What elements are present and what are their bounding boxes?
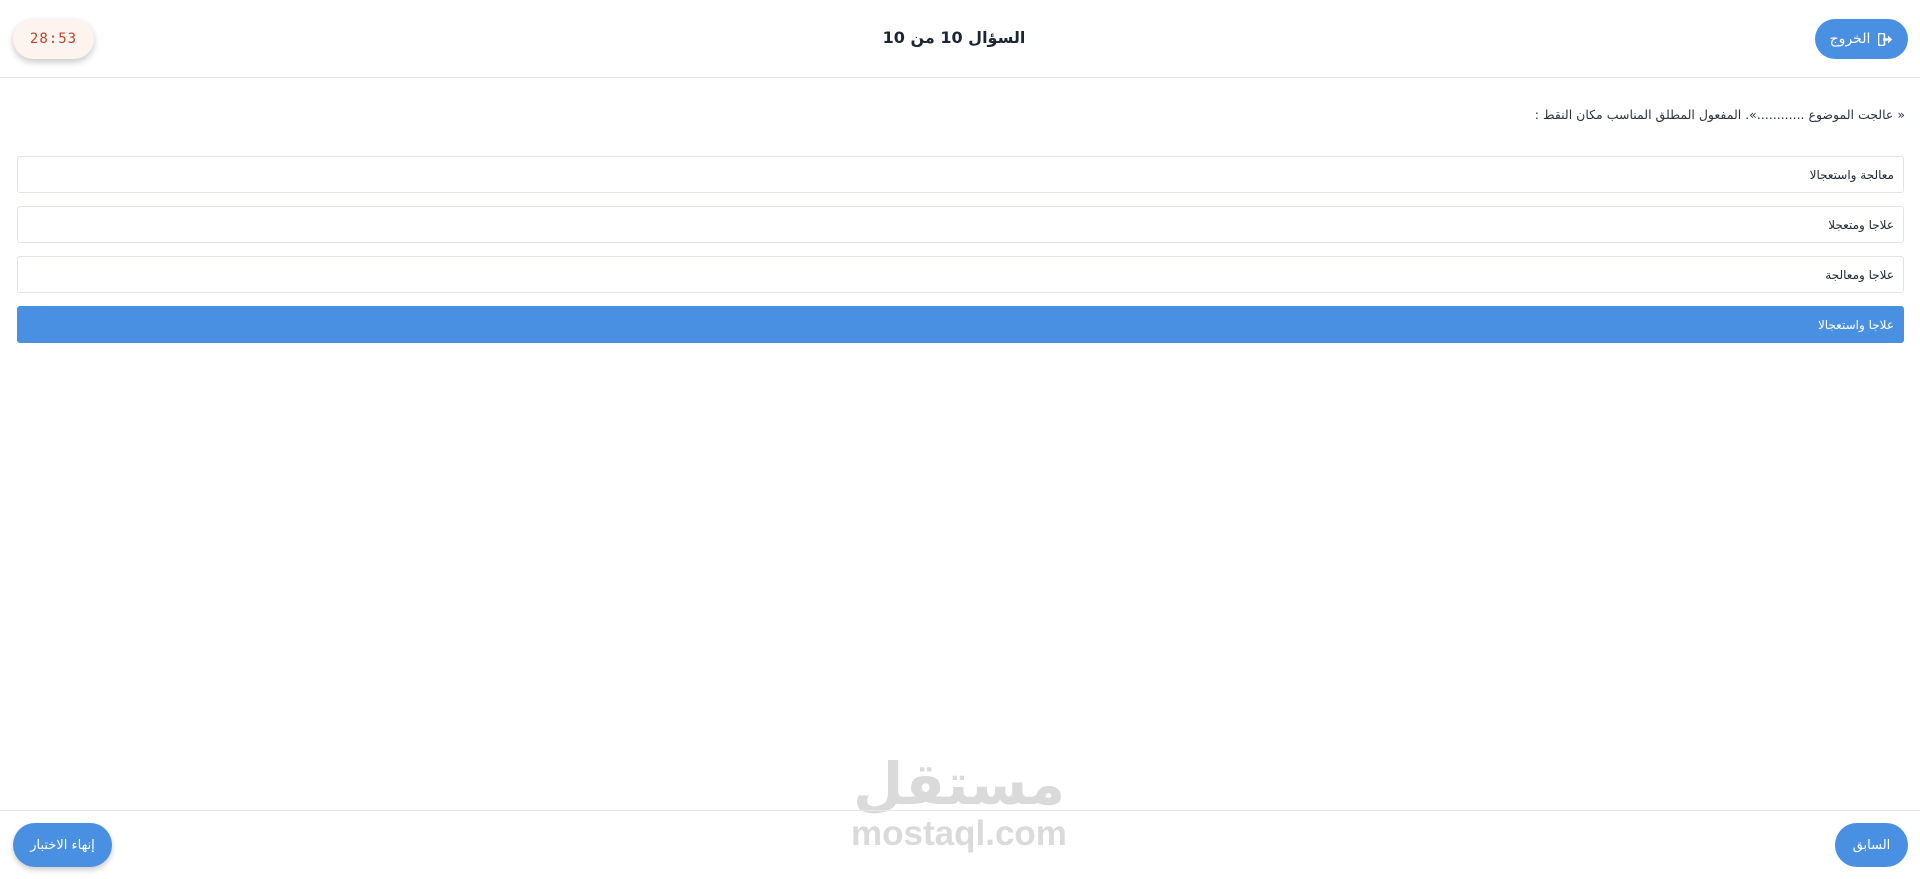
answer-option-label: علاجا واستعجالا xyxy=(1817,317,1894,332)
countdown-timer: 28:53 xyxy=(13,19,94,59)
finish-exam-label: إنهاء الاختبار xyxy=(30,837,95,853)
answer-options: معالجة واستعجالا علاجا ومتعجلا علاجا ومع… xyxy=(17,156,1904,356)
finish-exam-button[interactable]: إنهاء الاختبار xyxy=(13,823,112,867)
answer-option-label: علاجا ومتعجلا xyxy=(1828,217,1894,232)
answer-option[interactable]: علاجا ومعالجة xyxy=(17,256,1904,293)
watermark-arabic: مستقل xyxy=(852,750,1066,818)
previous-label: السابق xyxy=(1852,837,1891,853)
answer-option-label: علاجا ومعالجة xyxy=(1825,267,1894,282)
top-bar: الخروج السؤال 10 من 10 28:53 xyxy=(0,0,1920,78)
answer-option-label: معالجة واستعجالا xyxy=(1809,167,1894,182)
answer-option[interactable]: علاجا ومتعجلا xyxy=(17,206,1904,243)
answer-option[interactable]: معالجة واستعجالا xyxy=(17,156,1904,193)
page-title: السؤال 10 من 10 xyxy=(882,28,1026,47)
question-text: « عالجت الموضوع ............». المفعول ا… xyxy=(1534,107,1905,122)
previous-button[interactable]: السابق xyxy=(1835,823,1908,867)
bottom-bar: السابق إنهاء الاختبار xyxy=(0,810,1920,879)
answer-option-selected[interactable]: علاجا واستعجالا xyxy=(17,306,1904,343)
